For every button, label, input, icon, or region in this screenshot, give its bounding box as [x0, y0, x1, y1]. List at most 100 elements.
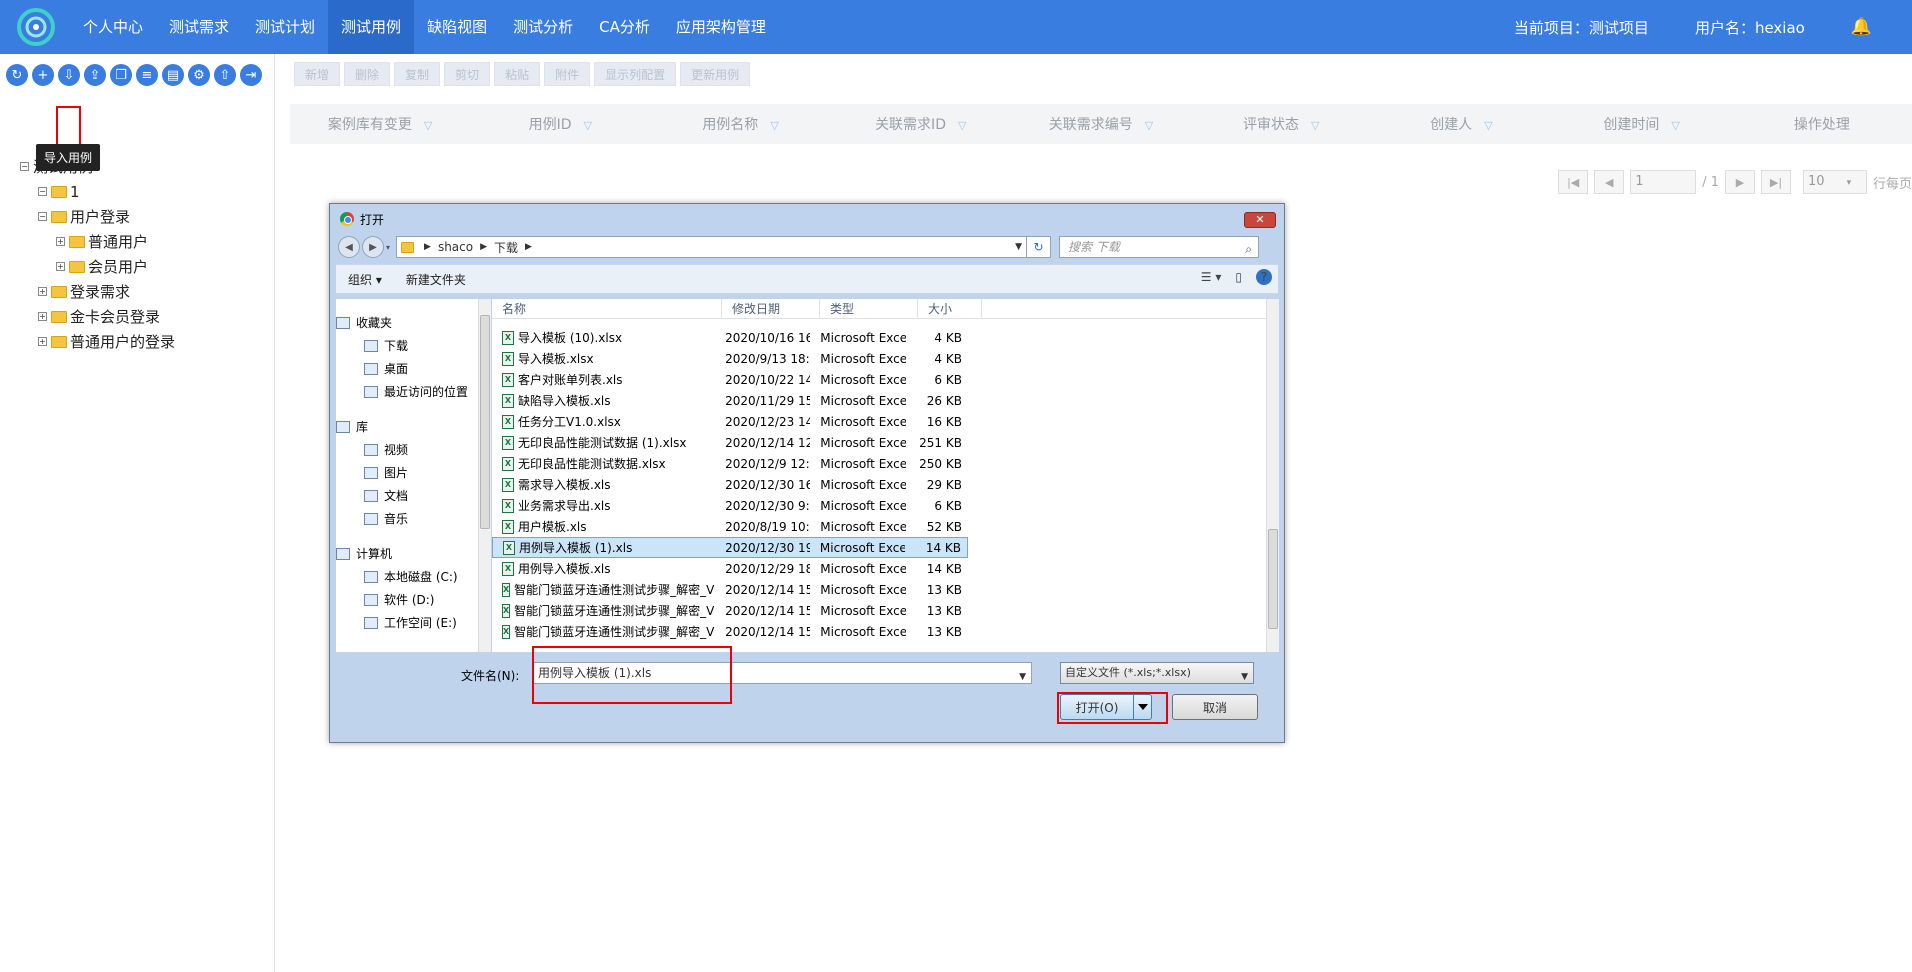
filetype-dropdown-icon[interactable]: ▼	[1241, 667, 1248, 687]
file-row[interactable]: X缺陷导入模板.xls 2020/11/29 15:49 Microsoft Exc…	[492, 390, 968, 411]
upload-icon[interactable]: ⇧	[214, 64, 236, 86]
nav-pane-item[interactable]: 视频	[336, 438, 483, 461]
file-type-select[interactable]: 自定义文件 (*.xls;*.xlsx) ▼	[1060, 662, 1254, 684]
nav-pane-item[interactable]: 库	[336, 415, 483, 438]
grid-column-header[interactable]: 案例库有变更 ▽	[290, 114, 470, 134]
nav-item-5[interactable]: 测试分析	[500, 0, 586, 54]
expand-icon[interactable]: +	[38, 312, 47, 321]
file-row[interactable]: X智能门锁蓝牙连通性测试步骤_解密_V2_1... 2020/12/14 15:2…	[492, 621, 968, 642]
nav-item-6[interactable]: CA分析	[586, 0, 663, 54]
expand-icon[interactable]: +	[38, 337, 47, 346]
tree-node[interactable]: + 普通用户的登录	[20, 329, 175, 354]
file-row[interactable]: X无印良品性能测试数据.xlsx 2020/12/9 12:30 Microsoft…	[492, 453, 968, 474]
filter-icon[interactable]: ▽	[1484, 119, 1492, 132]
next-page-button[interactable]: ▶	[1724, 170, 1755, 194]
settings-icon[interactable]: ⚙	[188, 64, 210, 86]
dialog-close-button[interactable]: ✕	[1244, 212, 1276, 228]
nav-pane-item[interactable]: 音乐	[336, 507, 483, 530]
add-icon[interactable]: +	[32, 64, 54, 86]
file-row[interactable]: X无印良品性能测试数据 (1).xlsx 2020/12/14 12:02 Micr…	[492, 432, 968, 453]
nav-pane-item[interactable]: 下载	[336, 334, 483, 357]
import-icon[interactable]: ⇩	[58, 64, 80, 86]
filter-icon[interactable]: ▽	[958, 119, 966, 132]
file-row[interactable]: X导入模板.xlsx 2020/9/13 18:11 Microsoft Excel…	[492, 348, 968, 369]
tree-node[interactable]: + 普通用户	[20, 229, 175, 254]
organize-menu[interactable]: 组织 ▾	[336, 271, 394, 288]
expand-icon[interactable]: −	[20, 162, 29, 171]
search-input[interactable]: 搜索 下载 ⌕	[1059, 236, 1260, 259]
filter-icon[interactable]: ▽	[1671, 119, 1679, 132]
file-column-header[interactable]: 大小	[918, 299, 982, 319]
grid-column-header[interactable]: 用例ID ▽	[470, 114, 650, 134]
nav-pane-item[interactable]: 文档	[336, 484, 483, 507]
tree-node[interactable]: −1	[20, 179, 175, 204]
file-row[interactable]: X客户对账单列表.xls 2020/10/22 14:50 Microsoft Ex…	[492, 369, 968, 390]
breadcrumb-downloads[interactable]: 下载	[494, 239, 518, 256]
toolbar-button-1[interactable]: 删除	[344, 62, 391, 86]
nav-pane-item[interactable]: 收藏夹	[336, 311, 483, 334]
file-row[interactable]: X智能门锁蓝牙连通性测试步骤_解密_V2_1... 2020/12/14 15:2…	[492, 579, 968, 600]
export-icon[interactable]: ⇪	[84, 64, 106, 86]
nav-pane-item[interactable]: 桌面	[336, 357, 483, 380]
prev-page-button[interactable]: ◀	[1594, 170, 1625, 194]
file-row[interactable]: X任务分工V1.0.xlsx 2020/12/23 14:15 Microsoft …	[492, 411, 968, 432]
username[interactable]: 用户名：hexiao	[1695, 17, 1805, 38]
navigation-scrollbar[interactable]	[478, 299, 491, 652]
nav-pane-item[interactable]: 软件 (D:)	[336, 588, 483, 611]
grid-column-header[interactable]: 关联需求编号 ▽	[1011, 114, 1191, 134]
grid-column-header[interactable]: 关联需求ID ▽	[831, 114, 1011, 134]
grid-column-header[interactable]: 评审状态 ▽	[1191, 114, 1371, 134]
refresh-icon[interactable]: ↻	[1027, 236, 1052, 258]
toolbar-button-2[interactable]: 复制	[394, 62, 441, 86]
exit-icon[interactable]: ⇥	[240, 64, 262, 86]
last-page-button[interactable]: ▶|	[1760, 170, 1791, 194]
app-logo[interactable]	[12, 3, 60, 51]
tree-node[interactable]: − 用户登录	[20, 204, 175, 229]
toolbar-button-3[interactable]: 剪切	[444, 62, 491, 86]
expand-icon[interactable]: +	[38, 287, 47, 296]
file-row[interactable]: X业务需求导出.xls 2020/12/30 9:36 Microsoft Exce…	[492, 495, 968, 516]
help-icon[interactable]: ?	[1256, 269, 1272, 285]
nav-item-4[interactable]: 缺陷视图	[414, 0, 500, 54]
nav-item-3[interactable]: 测试用例	[328, 0, 415, 54]
forward-icon[interactable]: ▶	[362, 236, 384, 258]
address-dropdown-icon[interactable]: ▼	[1015, 242, 1022, 252]
page-input[interactable]: 1	[1630, 170, 1697, 194]
history-dropdown-icon[interactable]: ▾	[386, 243, 390, 252]
tree-node[interactable]: + 登录需求	[20, 279, 175, 304]
nav-item-7[interactable]: 应用架构管理	[663, 0, 779, 54]
nav-pane-item[interactable]: 工作空间 (E:)	[336, 611, 483, 634]
nav-pane-item[interactable]: 本地磁盘 (C:)	[336, 565, 483, 588]
toolbar-button-0[interactable]: 新增	[294, 62, 341, 86]
grid-column-header[interactable]: 创建时间 ▽	[1552, 114, 1732, 134]
expand-icon[interactable]: +	[56, 262, 65, 271]
file-row[interactable]: X用例导入模板 (1).xls 2020/12/30 19:14 Microsoft…	[492, 537, 968, 558]
nav-pane-item[interactable]: 计算机	[336, 542, 483, 565]
file-column-header[interactable]: 类型	[820, 299, 918, 319]
file-row[interactable]: X用例导入模板.xls 2020/12/29 18:19 Microsoft Exc…	[492, 558, 968, 579]
refresh-icon[interactable]: ↻	[6, 64, 28, 86]
view-options-icon[interactable]: ☰ ▾	[1201, 270, 1222, 284]
nav-item-0[interactable]: 个人中心	[70, 0, 156, 54]
filter-icon[interactable]: ▽	[584, 119, 592, 132]
expand-icon[interactable]: −	[38, 212, 47, 221]
file-list-scrollbar[interactable]	[1266, 299, 1279, 652]
toolbar-button-6[interactable]: 显示列配置	[594, 62, 677, 86]
breadcrumb-shaco[interactable]: shaco	[438, 240, 473, 254]
grid-column-header[interactable]: 操作处理	[1732, 114, 1912, 134]
grid-column-header[interactable]: 创建人 ▽	[1371, 114, 1551, 134]
filter-icon[interactable]: ▽	[1145, 119, 1153, 132]
grid-column-header[interactable]: 用例名称 ▽	[650, 114, 830, 134]
search-icon[interactable]: ⌕	[1245, 239, 1252, 259]
expand-icon[interactable]: −	[38, 187, 47, 196]
filter-icon[interactable]: ▽	[770, 119, 778, 132]
cancel-button[interactable]: 取消	[1172, 694, 1258, 720]
file-row[interactable]: X用户模板.xls 2020/8/19 10:39 Microsoft Excel …	[492, 516, 968, 537]
preview-pane-icon[interactable]: ▯	[1235, 270, 1242, 284]
file-column-header[interactable]: 修改日期	[722, 299, 820, 319]
toolbar-button-4[interactable]: 粘贴	[494, 62, 541, 86]
file-row[interactable]: X需求导入模板.xls 2020/12/30 16:14 Microsoft Exc…	[492, 474, 968, 495]
nav-pane-item[interactable]: 最近访问的位置	[336, 380, 483, 403]
nav-item-1[interactable]: 测试需求	[156, 0, 242, 54]
expand-icon[interactable]: +	[56, 237, 65, 246]
